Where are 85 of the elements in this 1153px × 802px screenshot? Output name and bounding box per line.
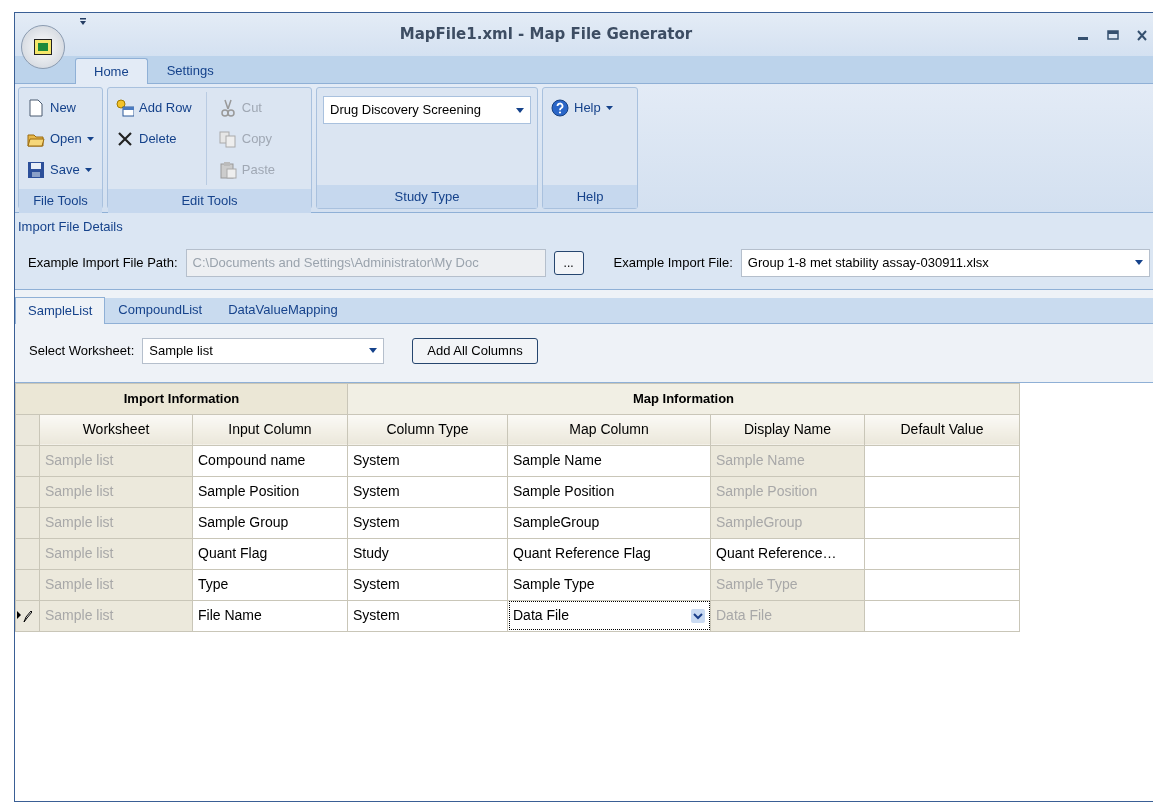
group-label: Help xyxy=(543,184,637,208)
tab[interactable]: DataValueMapping xyxy=(215,296,351,323)
copy-icon xyxy=(218,129,237,148)
ribbon-button[interactable]: Save xyxy=(25,154,96,185)
group-header: Map Information xyxy=(347,383,1020,414)
table-cell: Sample Type xyxy=(710,569,865,600)
table-cell: Sample list xyxy=(39,600,193,631)
table-cell: Sample list xyxy=(39,507,193,538)
study-type-dropdown[interactable]: Drug Discovery Screening xyxy=(323,96,531,124)
quick-access-icon[interactable] xyxy=(79,18,87,26)
ribbon-button[interactable]: New xyxy=(25,92,96,123)
app-logo-icon xyxy=(34,39,52,55)
table-cell[interactable]: Quant Flag xyxy=(192,538,348,569)
table-cell[interactable]: Compound name xyxy=(192,445,348,476)
document-icon xyxy=(27,98,45,117)
table-cell[interactable]: Quant Reference Flag xyxy=(507,538,711,569)
field-label: Select Worksheet: xyxy=(29,341,135,360)
caret-icon xyxy=(86,136,94,141)
cell-dropdown[interactable]: Data File xyxy=(507,600,711,631)
chevron-down-icon xyxy=(691,608,705,623)
worksheet-dropdown[interactable]: Sample list xyxy=(142,337,385,364)
tab[interactable]: CompoundList xyxy=(105,296,216,323)
caret-icon xyxy=(516,107,524,113)
scissors-icon xyxy=(218,98,237,117)
ribbon-button[interactable]: Delete xyxy=(114,123,194,154)
column-header[interactable]: Display Name xyxy=(710,414,865,445)
group-label: Study Type xyxy=(317,184,537,208)
table-cell[interactable]: Quant Reference… xyxy=(710,538,865,569)
ribbon-button[interactable]: Open xyxy=(25,123,96,154)
column-header[interactable]: Default Value xyxy=(864,414,1020,445)
table-cell: SampleGroup xyxy=(710,507,865,538)
table-cell[interactable]: System xyxy=(347,507,508,538)
table-cell[interactable]: Type xyxy=(192,569,348,600)
column-header[interactable]: Column Type xyxy=(347,414,508,445)
group-header: Import Information xyxy=(15,383,348,414)
file-dropdown[interactable]: Group 1-8 met stability assay-030911.xlsx xyxy=(740,248,1150,277)
table-cell[interactable]: Sample Position xyxy=(192,476,348,507)
table-cell: Sample list xyxy=(39,538,193,569)
field-label: Example Import File: xyxy=(613,253,733,272)
panel-title: Import File Details xyxy=(18,218,124,236)
ribbon-tab[interactable]: Settings xyxy=(147,56,233,83)
table-cell[interactable]: Sample Name xyxy=(507,445,711,476)
table-cell[interactable]: System xyxy=(347,600,508,631)
tab[interactable]: SampleList xyxy=(15,297,106,324)
field-label: Example Import File Path: xyxy=(28,253,178,272)
caret-icon xyxy=(369,348,378,353)
add-all-columns-button[interactable]: Add All Columns xyxy=(412,337,538,364)
ribbon-button[interactable]: Add Row xyxy=(114,92,194,123)
table-cell[interactable]: Sample Group xyxy=(192,507,348,538)
app-menu-button[interactable] xyxy=(21,25,65,69)
table-cell[interactable]: Study xyxy=(347,538,508,569)
caret-icon xyxy=(605,105,613,110)
table-cell[interactable]: SampleGroup xyxy=(507,507,711,538)
table-cell[interactable]: System xyxy=(347,569,508,600)
column-header[interactable]: Map Column xyxy=(507,414,711,445)
table-cell: Sample Position xyxy=(710,476,865,507)
caret-icon xyxy=(1135,260,1143,265)
table-cell[interactable]: System xyxy=(347,445,508,476)
maximize-icon[interactable] xyxy=(1107,28,1119,41)
table-cell: Sample list xyxy=(39,569,193,600)
table-cell[interactable]: System xyxy=(347,476,508,507)
table-cell[interactable]: Sample Type xyxy=(507,569,711,600)
row-header xyxy=(15,414,40,445)
column-header[interactable]: Worksheet xyxy=(39,414,193,445)
table-cell[interactable]: Sample Position xyxy=(507,476,711,507)
row-header[interactable] xyxy=(15,600,40,631)
add-row-icon xyxy=(116,98,134,117)
table-cell: Sample Name xyxy=(710,445,865,476)
ribbon-button[interactable]: Help xyxy=(549,92,615,123)
group-label: Edit Tools xyxy=(108,189,311,213)
window-title: MapFile1.xml - Map File Generator xyxy=(398,24,694,46)
browse-button[interactable]: ... xyxy=(553,250,584,275)
ribbon-tab[interactable]: Home xyxy=(75,57,148,84)
caret-icon xyxy=(84,167,92,172)
group-label: File Tools xyxy=(19,189,102,213)
close-icon[interactable] xyxy=(1137,28,1147,41)
help-icon xyxy=(551,98,569,117)
table-cell[interactable]: File Name xyxy=(192,600,348,631)
clipboard-icon xyxy=(218,160,237,179)
table-cell: Sample list xyxy=(39,445,193,476)
column-header[interactable]: Input Column xyxy=(192,414,348,445)
table-cell: Data File xyxy=(710,600,865,631)
edit-pencil-icon xyxy=(16,609,32,624)
delete-icon xyxy=(116,129,134,148)
table-cell: Sample list xyxy=(39,476,193,507)
